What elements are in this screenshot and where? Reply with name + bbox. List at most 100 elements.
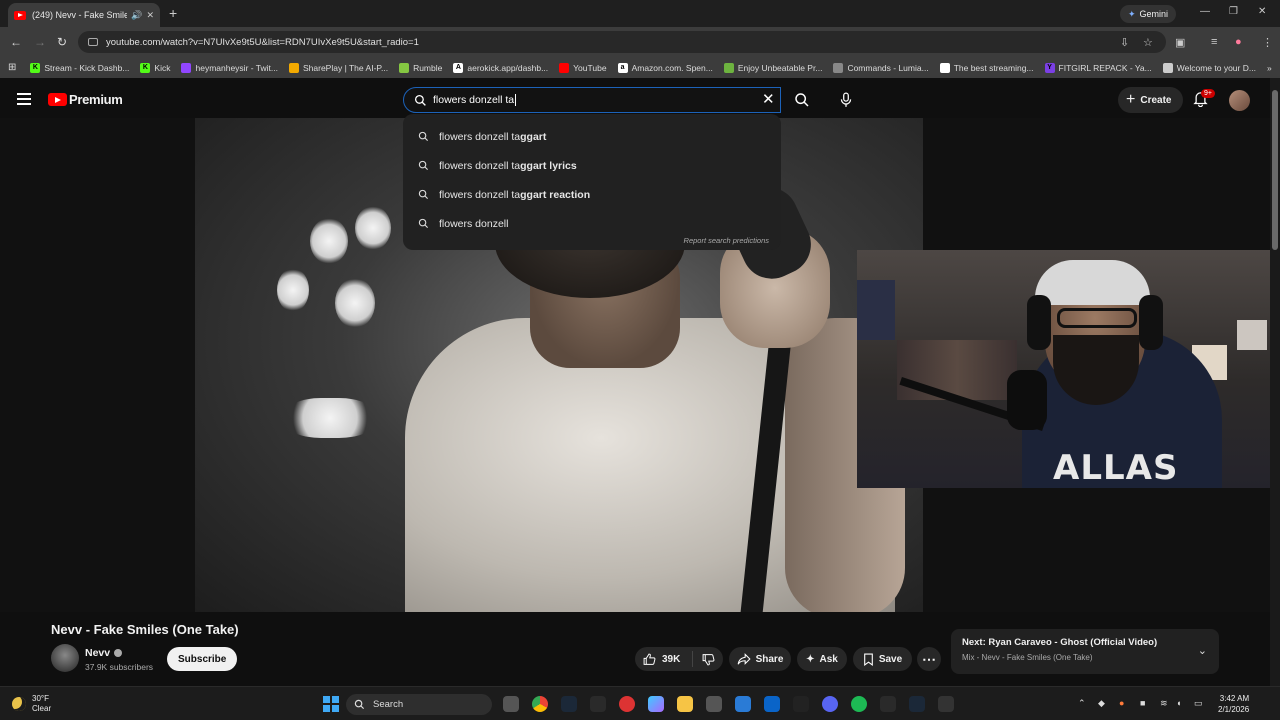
more-actions-button[interactable]: ⋯ (917, 647, 941, 671)
bookmark-12[interactable]: Welcome to your D... (1162, 62, 1256, 73)
report-predictions-link[interactable]: Report search predictions (684, 236, 769, 245)
steam-icon[interactable] (909, 696, 925, 712)
bookmark-0[interactable]: K Stream - Kick Dashb... (30, 62, 129, 73)
tray-app-icon[interactable]: ● (1119, 698, 1124, 708)
subscribe-button[interactable]: Subscribe (167, 647, 238, 671)
suggestion-item[interactable]: flowers donzell ta ggart reaction (403, 180, 781, 209)
bookmark-4[interactable]: Rumble (399, 62, 442, 73)
reload-button[interactable]: ↻ (57, 35, 67, 49)
chevron-down-icon[interactable]: ⌄ (1198, 644, 1207, 657)
clock[interactable]: 3:42 AM 2/1/2026 (1218, 693, 1249, 715)
wifi-icon[interactable]: ≋ (1160, 698, 1168, 709)
voice-search-button[interactable] (833, 87, 859, 113)
create-button[interactable]: + Create (1118, 87, 1184, 113)
app-icon[interactable] (880, 696, 896, 712)
apps-grid-icon[interactable]: ⊞ (8, 62, 16, 73)
channel-avatar[interactable] (51, 644, 79, 672)
media-control-icon[interactable]: ≡ (1211, 36, 1217, 48)
share-button[interactable]: Share (729, 647, 791, 671)
sparkle-icon: ✦ (806, 653, 815, 665)
back-button[interactable]: ← (10, 35, 22, 49)
suggestion-item[interactable]: flowers donzell ta ggart lyrics (403, 151, 781, 180)
steam-icon[interactable] (561, 696, 577, 712)
share-label: Share (755, 653, 784, 665)
up-next-card[interactable]: Next: Ryan Caraveo - Ghost (Official Vid… (951, 629, 1219, 674)
bookmark-8-icon (723, 62, 734, 73)
browser-menu-icon[interactable]: ⋮ (1262, 36, 1273, 49)
app-icon[interactable] (619, 696, 635, 712)
ask-button[interactable]: ✦ Ask (797, 647, 847, 671)
epic-games-icon[interactable] (793, 696, 809, 712)
weather-widget[interactable]: 30°F Clear (12, 694, 51, 714)
more-icon: ⋯ (922, 650, 936, 667)
discord-icon[interactable] (822, 696, 838, 712)
start-button[interactable] (323, 696, 339, 712)
bokeh-light (285, 398, 375, 438)
bookmark-8[interactable]: Enjoy Unbeatable Pr... (723, 62, 822, 73)
tray-app-icon[interactable]: ◆ (1098, 698, 1105, 709)
minimize-button[interactable]: — (1200, 6, 1210, 17)
bookmark-6[interactable]: YouTube (559, 62, 607, 73)
search-input[interactable]: flowers donzell ta (403, 87, 781, 113)
tray-app-icon[interactable]: ■ (1140, 698, 1145, 708)
verified-icon (114, 649, 123, 657)
install-icon[interactable]: ⇩ (1120, 36, 1129, 49)
chrome-icon[interactable] (532, 696, 548, 712)
task-view-icon[interactable] (503, 696, 519, 712)
battery-icon[interactable]: ▭ (1194, 698, 1203, 709)
suggestion-item[interactable]: flowers donzell ta ggart (403, 122, 781, 151)
youtube-logo[interactable]: Premium (48, 92, 123, 107)
forward-button[interactable]: → (34, 35, 46, 49)
notification-badge: 9+ (1201, 89, 1215, 98)
clear-search-icon[interactable]: ✕ (762, 90, 775, 108)
menu-icon[interactable] (17, 93, 31, 105)
scrollbar-thumb[interactable] (1272, 90, 1278, 250)
bookmark-1[interactable]: K Kick (140, 62, 170, 73)
site-info-icon[interactable] (88, 38, 98, 46)
bookmark-2[interactable]: heymanheysir - Twit... (181, 62, 278, 73)
gemini-label: Gemini (1139, 9, 1169, 19)
app-icon[interactable] (938, 696, 954, 712)
streamer-mic (1007, 370, 1047, 430)
spotify-icon[interactable] (851, 696, 867, 712)
page-scrollbar[interactable] (1270, 78, 1280, 686)
search-button[interactable] (784, 87, 820, 113)
address-bar[interactable]: youtube.com/watch?v=N7UIvXe9t5U&list=RDN… (78, 31, 1166, 53)
account-avatar[interactable] (1229, 90, 1250, 111)
app-icon[interactable] (590, 696, 606, 712)
browser-tab-active[interactable]: (249) Nevv - Fake Smiles (O 🔊 ✕ (8, 3, 160, 27)
channel-name[interactable]: Nevv (85, 647, 123, 659)
extension-icon[interactable]: ● (1235, 36, 1242, 48)
suggestion-item[interactable]: flowers donzell (403, 209, 781, 238)
volume-icon[interactable]: ◖ (1176, 698, 1181, 708)
new-tab-button[interactable]: + (169, 5, 177, 21)
save-button[interactable]: Save (853, 647, 912, 671)
outlook-icon[interactable] (764, 696, 780, 712)
store-icon[interactable] (706, 696, 722, 712)
gemini-button[interactable]: ✦ Gemini (1120, 5, 1177, 23)
bookmark-10[interactable]: The best streaming... (939, 62, 1034, 73)
bookmark-2-icon (181, 62, 192, 73)
more-bookmarks-icon[interactable]: » (1267, 63, 1272, 73)
app-icon[interactable] (735, 696, 751, 712)
close-tab-icon[interactable]: ✕ (146, 10, 154, 21)
maximize-button[interactable]: ❐ (1229, 6, 1238, 17)
bookmark-5[interactable]: Aaerokick.app/dashb... (453, 62, 548, 73)
close-window-button[interactable]: ✕ (1258, 6, 1266, 17)
bookmark-7[interactable]: a Amazon.com. Spen... (617, 62, 713, 73)
bookmark-11[interactable]: Y FITGIRL REPACK - Ya... (1044, 62, 1152, 73)
shirt-text: ALLAS (1053, 448, 1179, 488)
tray-overflow-icon[interactable]: ⌃ (1078, 698, 1086, 709)
thumbs-down-icon (702, 653, 714, 665)
headphone-left (1027, 295, 1051, 350)
speaker-icon[interactable]: 🔊 (131, 10, 142, 21)
copilot-icon[interactable] (648, 696, 664, 712)
like-button[interactable]: 39K (635, 651, 693, 667)
bookmark-9[interactable]: Commands - Lumia... (833, 62, 929, 73)
bookmark-star-icon[interactable]: ☆ (1143, 36, 1153, 49)
dislike-button[interactable] (693, 653, 723, 666)
taskbar-search[interactable]: Search (346, 694, 492, 715)
bookmark-3[interactable]: SharePlay | The AI-P... (289, 62, 388, 73)
file-explorer-icon[interactable] (677, 696, 693, 712)
sidepanel-icon[interactable]: ▣ (1175, 36, 1185, 49)
